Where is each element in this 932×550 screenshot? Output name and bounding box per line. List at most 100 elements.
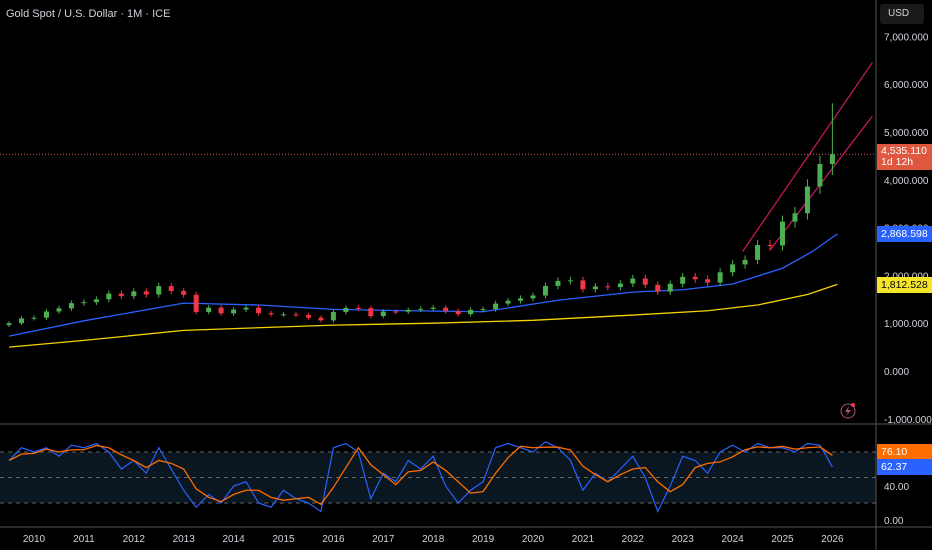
candle-body — [717, 272, 723, 283]
candle-body — [6, 323, 12, 326]
candle-body — [505, 300, 511, 304]
candle-body — [767, 245, 773, 247]
time-tick-label: 2014 — [222, 534, 245, 545]
candle-body — [804, 186, 810, 214]
candle-body — [817, 164, 823, 187]
candle-body — [405, 309, 411, 312]
osc-tick-label: 0.00 — [884, 516, 904, 527]
candle-body — [792, 213, 798, 222]
candle-body — [667, 283, 673, 292]
candle-body — [143, 291, 149, 295]
candle-body — [330, 311, 336, 321]
candle-body — [231, 309, 237, 314]
candle-body — [780, 221, 785, 246]
candle-body — [518, 298, 524, 301]
candle-body — [81, 302, 87, 304]
candle-body — [705, 279, 711, 283]
candle-body — [318, 317, 324, 321]
candle-body — [380, 311, 386, 317]
candle-body — [293, 314, 299, 316]
time-tick-label: 2026 — [821, 534, 844, 545]
candle-body — [43, 311, 49, 318]
candle-body — [256, 307, 262, 314]
candle-body — [156, 286, 162, 295]
time-tick-label: 2022 — [622, 534, 645, 545]
candle-body — [343, 307, 349, 312]
candle-body — [480, 309, 486, 311]
time-tick-label: 2012 — [123, 534, 146, 545]
candle-body — [19, 318, 25, 324]
osc-tick-label: 40.00 — [884, 482, 909, 493]
candle-body — [106, 293, 112, 300]
candle-body — [393, 311, 399, 313]
candle-body — [655, 284, 661, 292]
candle-body — [630, 278, 636, 284]
candle-body — [243, 307, 249, 310]
currency-selector[interactable]: USD — [880, 4, 924, 24]
candle-body — [680, 276, 686, 284]
candle-body — [742, 259, 748, 265]
candle-body — [131, 291, 137, 297]
candle-body — [455, 311, 461, 315]
price-tick-label: 6,000.000 — [884, 80, 929, 91]
time-tick-label: 2015 — [272, 534, 295, 545]
candle-body — [418, 308, 424, 310]
price-tick-label: 7,000.000 — [884, 32, 929, 43]
last-price-badge: 4,535.110 1d 12h — [877, 144, 932, 170]
candle-body — [605, 286, 611, 288]
ma-fast-badge: 2,868.598 — [877, 226, 932, 242]
candle-body — [56, 308, 62, 312]
osc-fast-badge: 76.10 — [877, 444, 932, 460]
candle-body — [567, 280, 573, 282]
osc-slow-badge: 62.37 — [877, 459, 932, 475]
candle-body — [430, 307, 436, 309]
candle-body — [281, 314, 286, 316]
candle-body — [642, 278, 648, 285]
time-tick-label: 2011 — [73, 534, 95, 545]
time-tick-label: 2023 — [672, 534, 695, 545]
time-tick-label: 2025 — [771, 534, 794, 545]
time-tick-label: 2024 — [721, 534, 744, 545]
candle-body — [206, 307, 212, 312]
candle-body — [181, 290, 187, 295]
candle-body — [118, 293, 124, 297]
time-tick-label: 2013 — [173, 534, 196, 545]
price-tick-label: 4,000.000 — [884, 176, 929, 187]
candle-body — [730, 264, 736, 273]
time-tick-label: 2010 — [23, 534, 46, 545]
candle-body — [218, 307, 224, 314]
time-tick-label: 2019 — [472, 534, 495, 545]
candle-body — [468, 309, 474, 315]
price-tick-label: 1,000.000 — [884, 319, 929, 330]
candle-body — [493, 303, 499, 310]
price-tick-label: 0.000 — [884, 367, 909, 378]
candle-body — [193, 294, 199, 312]
candle-body — [829, 154, 835, 165]
candle-body — [443, 307, 449, 312]
candle-body — [168, 286, 174, 291]
alert-dot — [851, 403, 855, 407]
candle-body — [305, 315, 311, 318]
candle-body — [93, 299, 99, 303]
time-tick-label: 2016 — [322, 534, 345, 545]
time-tick-label: 2021 — [572, 534, 595, 545]
candle-body — [592, 286, 598, 290]
candle-body — [368, 308, 374, 317]
candle-body — [31, 317, 37, 319]
price-tick-label: -1,000.000 — [884, 415, 932, 426]
time-tick-label: 2018 — [422, 534, 445, 545]
candle-body — [268, 313, 274, 315]
chart-canvas[interactable]: 7,000.0006,000.0005,000.0004,000.0003,00… — [0, 0, 932, 550]
candle-body — [542, 285, 548, 296]
candle-body — [692, 276, 698, 280]
ma-slow-badge: 1,812.528 — [877, 277, 932, 293]
price-tick-label: 5,000.000 — [884, 128, 929, 139]
candle-body — [755, 245, 761, 260]
time-tick-label: 2020 — [522, 534, 545, 545]
time-tick-label: 2017 — [372, 534, 395, 545]
candle-body — [617, 283, 623, 288]
candle-body — [355, 307, 361, 309]
candle-body — [530, 295, 536, 299]
symbol-title: Gold Spot / U.S. Dollar · 1M · ICE — [6, 8, 171, 20]
candle-body — [580, 280, 586, 290]
